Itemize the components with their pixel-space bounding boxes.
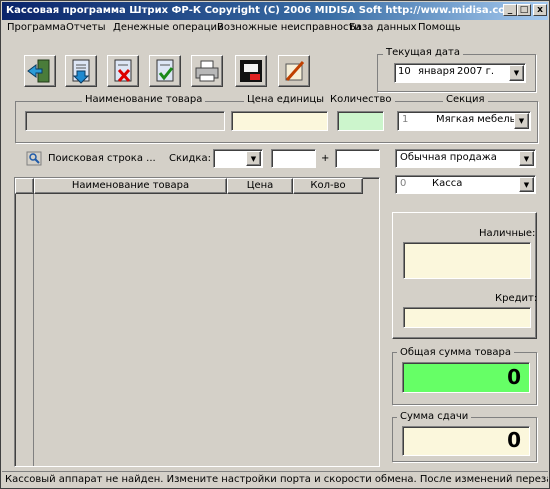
date-day: 10 <box>398 66 411 77</box>
date-year: 2007 г. <box>457 66 495 77</box>
sale-type-value: Обычная продажа <box>400 152 497 163</box>
receipt-add-button[interactable] <box>65 55 97 87</box>
column-header-name[interactable]: Наименование товара <box>34 178 227 194</box>
document-delete-icon <box>114 59 132 83</box>
printer-icon <box>195 60 219 82</box>
print-button[interactable] <box>191 55 223 87</box>
discount-select[interactable]: ▼ <box>213 149 263 168</box>
table-corner <box>15 178 34 194</box>
cash-register-icon <box>240 60 262 82</box>
chevron-down-icon[interactable]: ▼ <box>246 151 261 166</box>
main-window: Кассовая программа Штрих ФР-К Copyright … <box>0 0 550 489</box>
search-line-label[interactable]: Поисковая строка ... <box>48 153 156 164</box>
row-indicator-column <box>15 194 34 466</box>
credit-field[interactable] <box>403 307 531 328</box>
title-bar[interactable]: Кассовая программа Штрих ФР-К Copyright … <box>2 2 548 20</box>
change-sum-display: 0 <box>402 426 530 456</box>
discount-value-field[interactable] <box>271 149 316 168</box>
plus-label: + <box>321 153 330 164</box>
chevron-down-icon[interactable]: ▼ <box>519 177 534 192</box>
status-message: Кассовый аппарат не найден. Измените нас… <box>5 474 548 485</box>
cashbox-value: Касса <box>432 178 463 189</box>
change-sum-value: 0 <box>507 428 521 452</box>
unit-price-label: Цена единицы <box>244 94 328 105</box>
minimize-button[interactable]: _ <box>503 4 517 16</box>
quantity-field[interactable] <box>337 111 384 131</box>
change-label: Сумма сдачи <box>397 411 472 422</box>
exit-button[interactable] <box>24 55 56 87</box>
chevron-down-icon[interactable]: ▼ <box>514 113 529 129</box>
exit-door-icon <box>27 59 50 83</box>
date-month: января <box>418 66 455 77</box>
quantity-label: Количество <box>327 94 395 105</box>
menu-reports[interactable]: Отчеты <box>66 22 105 33</box>
pencil-paper-icon <box>285 61 305 81</box>
cash-register-button[interactable] <box>235 55 267 87</box>
cash-field[interactable] <box>403 242 531 279</box>
column-header-price[interactable]: Цена <box>227 178 293 194</box>
close-button[interactable]: x <box>533 4 547 16</box>
product-name-label: Наименование товара <box>82 94 206 105</box>
receipt-confirm-button[interactable] <box>149 55 181 87</box>
cashbox-select[interactable]: 0 Касса ▼ <box>395 175 536 194</box>
total-sum-display: 0 <box>402 362 530 393</box>
cash-label: Наличные: <box>479 228 536 239</box>
column-header-quantity[interactable]: Кол-во <box>293 178 363 194</box>
section-select[interactable]: 1 Мягкая мебель ▼ <box>397 111 531 131</box>
unit-price-field[interactable] <box>231 111 328 131</box>
maximize-button[interactable]: □ <box>517 4 531 16</box>
credit-label: Кредит: <box>495 293 538 304</box>
sale-type-select[interactable]: Обычная продажа ▼ <box>395 149 536 168</box>
date-picker[interactable]: 10 января 2007 г. ▼ <box>394 63 526 83</box>
document-down-icon <box>72 59 90 84</box>
menu-help[interactable]: Помощь <box>418 22 461 33</box>
search-icon[interactable] <box>26 151 42 166</box>
items-table[interactable]: Наименование товара Цена Кол-во <box>14 177 380 467</box>
total-label: Общая сумма товара <box>397 347 515 358</box>
section-label: Секция <box>443 94 488 105</box>
status-bar: Кассовый аппарат не найден. Измените нас… <box>2 471 548 488</box>
section-number: 1 <box>402 114 409 125</box>
chevron-down-icon[interactable]: ▼ <box>509 65 524 81</box>
menu-bar: Программа Отчеты Денежные операции Возно… <box>2 20 548 37</box>
chevron-down-icon[interactable]: ▼ <box>519 151 534 166</box>
menu-faults[interactable]: Возножные неисправности <box>217 22 361 33</box>
section-value: Мягкая мебель <box>436 114 516 125</box>
window-title: Кассовая программа Штрих ФР-К Copyright … <box>6 5 516 16</box>
discount-label: Скидка: <box>169 153 211 164</box>
product-name-field[interactable] <box>25 111 225 131</box>
cashbox-number: 0 <box>400 178 407 189</box>
edit-button[interactable] <box>278 55 310 87</box>
extra-value-field[interactable] <box>335 149 380 168</box>
menu-database[interactable]: База данных <box>349 22 417 33</box>
date-group-label: Текущая дата <box>383 47 463 58</box>
menu-money-operations[interactable]: Денежные операции <box>113 22 224 33</box>
total-sum-value: 0 <box>507 365 521 389</box>
document-check-icon <box>156 59 174 82</box>
receipt-cancel-button[interactable] <box>107 55 139 87</box>
menu-program[interactable]: Программа <box>7 22 66 33</box>
